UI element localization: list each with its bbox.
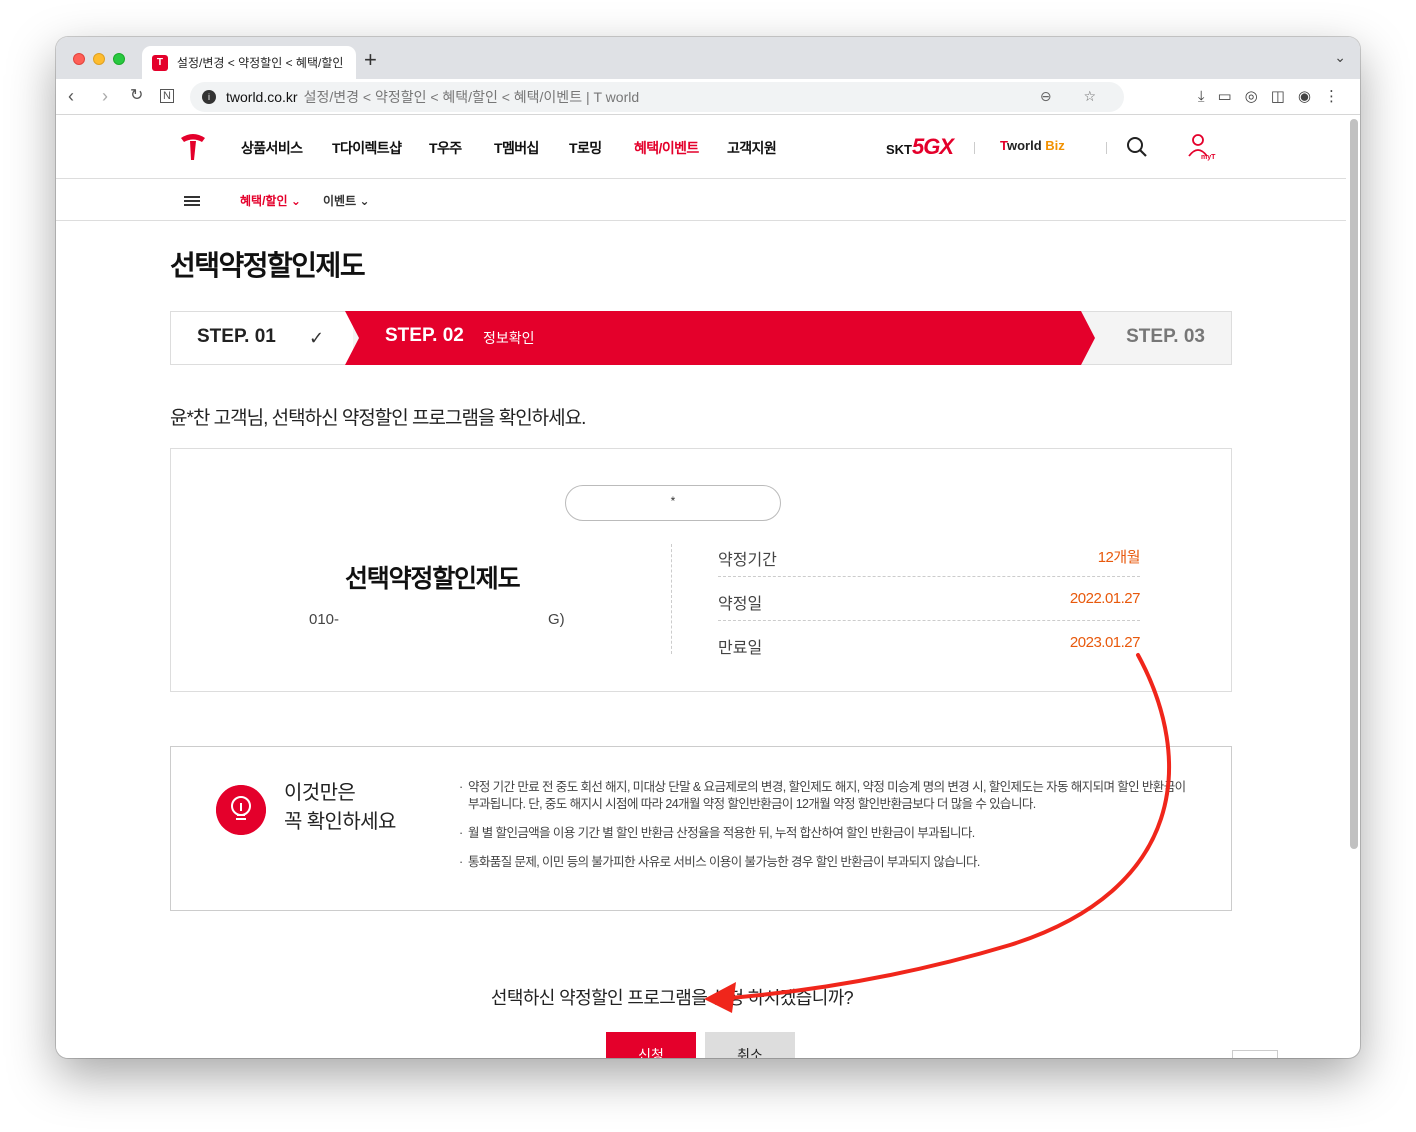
notice-list: 약정 기간 만료 전 중도 회선 해지, 미대상 단말 & 요금제로의 변경, … [459, 779, 1199, 883]
contract-date-row: 약정일 2022.01.27 [718, 577, 1141, 621]
greeting-text: 윤*찬 고객님, 선택하신 약정할인 프로그램을 확인하세요. [170, 408, 586, 429]
browser-window: T 설정/변경 < 약정할인 < 혜택/할인 < + ⌄ ‹ › ↻ N i t… [56, 37, 1360, 1058]
tab-strip: T 설정/변경 < 약정할인 < 혜택/할인 < + ⌄ [56, 37, 1360, 79]
expiry-date-row: 만료일 2023.01.27 [718, 621, 1141, 665]
skt-text: SKT [886, 142, 912, 157]
page-content: 상품서비스 T다이렉트샵 T우주 T멤버십 T로밍 혜택/이벤트 고객지원 SK… [56, 116, 1346, 1058]
step-1: STEP. 01 ✓ [171, 312, 353, 364]
step-2-sublabel: 정보확인 [483, 330, 535, 346]
row-value: 2023.01.27 [1069, 634, 1141, 651]
step-3-label: STEP. 03 [1126, 326, 1205, 347]
zoom-icon[interactable]: ⊖ ☆ [1040, 88, 1110, 105]
address-bar[interactable]: i tworld.co.kr 설정/변경 < 약정할인 < 혜택/할인 < 혜택… [190, 82, 1124, 112]
gnb-item-universe[interactable]: T우주 [429, 138, 462, 158]
lnb-item-benefits-discount[interactable]: 혜택/할인 ⌄ [240, 192, 301, 209]
notice-title-line2: 꼭 확인하세요 [284, 811, 396, 833]
gnb-divider [1106, 142, 1107, 154]
step-2-active: STEP. 02 정보확인 [345, 311, 1095, 365]
notice-title: 이것만은 꼭 확인하세요 [284, 779, 396, 837]
tworld-logo-icon[interactable] [178, 132, 208, 162]
page-scrollbar[interactable] [1350, 119, 1358, 849]
local-nav: 혜택/할인 ⌄ 이벤트 ⌄ [56, 179, 1346, 221]
scroll-top-button[interactable] [1232, 1050, 1278, 1058]
row-label: 만료일 [718, 640, 763, 657]
site-info-icon[interactable]: i [202, 90, 216, 104]
browser-tab[interactable]: T 설정/변경 < 약정할인 < 혜택/할인 < [142, 46, 356, 79]
lnb-item-events[interactable]: 이벤트 ⌄ [323, 192, 370, 209]
cancel-button[interactable]: 취소 [705, 1032, 795, 1058]
tworld-biz-logo[interactable]: Tworld Biz [1000, 138, 1065, 153]
lnb-label: 이벤트 [323, 194, 357, 208]
reload-icon[interactable]: ↻ [130, 85, 143, 107]
confirm-question: 선택하신 약정할인 프로그램을 신청 하시겠습니까? [490, 988, 854, 1008]
notice-item: 약정 기간 만료 전 중도 회선 해지, 미대상 단말 & 요금제로의 변경, … [459, 779, 1199, 813]
browser-toolbar: ‹ › ↻ N i tworld.co.kr 설정/변경 < 약정할인 < 혜택… [56, 79, 1360, 115]
contract-period-row: 약정기간 12개월 [718, 533, 1141, 577]
page-title: 선택약정할인제도 [170, 250, 366, 281]
gnb-item-benefits[interactable]: 혜택/이벤트 [634, 138, 699, 158]
myt-user-icon[interactable]: myT [1186, 132, 1220, 162]
tworld-favicon-icon: T [152, 54, 168, 71]
phone-number-suffix: G) [548, 611, 565, 628]
tab-search-chevron-icon[interactable]: ⌄ [1334, 49, 1346, 66]
tworld-text: world [1006, 138, 1042, 153]
biz-text: Biz [1045, 138, 1065, 153]
info-divider [671, 544, 672, 654]
gnb-item-direct-shop[interactable]: T다이렉트샵 [332, 138, 402, 158]
step-1-label: STEP. 01 [197, 326, 276, 347]
5gx-text: 5GX [912, 134, 954, 159]
row-label: 약정일 [718, 596, 763, 613]
toolbar-icons[interactable]: ⤓▭◎◫◉⋮ [1198, 87, 1352, 105]
program-name: 선택약정할인제도 [345, 565, 521, 593]
contract-info-box: * 선택약정할인제도 010- G) 약정기간 12개월 약정일 2022.01… [170, 448, 1232, 692]
gnb-item-support[interactable]: 고객지원 [727, 138, 777, 158]
checkmark-icon: ✓ [309, 328, 325, 348]
row-value: 12개월 [1097, 549, 1141, 566]
global-nav: 상품서비스 T다이렉트샵 T우주 T멤버십 T로밍 혜택/이벤트 고객지원 SK… [56, 116, 1346, 179]
step-indicator: STEP. 01 ✓ STEP. 02 정보확인 STEP. 03 [170, 311, 1232, 365]
apply-button[interactable]: 신청 [606, 1032, 696, 1058]
chevron-down-icon: ⌄ [290, 194, 301, 208]
forward-icon[interactable]: › [102, 85, 108, 107]
hamburger-menu-icon[interactable] [184, 196, 200, 206]
chevron-down-icon: ⌄ [359, 194, 370, 208]
extension-n-icon[interactable]: N [160, 89, 174, 103]
lnb-label: 혜택/할인 [240, 194, 288, 208]
plan-pill: * [565, 485, 781, 521]
new-tab-icon[interactable]: + [364, 49, 377, 71]
phone-number-prefix: 010- [309, 611, 340, 628]
minimize-window-button[interactable] [93, 53, 105, 65]
notice-box: 이것만은 꼭 확인하세요 약정 기간 만료 전 중도 회선 해지, 미대상 단말… [170, 746, 1232, 911]
gnb-divider [974, 142, 975, 154]
t-mark-icon: T [1000, 138, 1007, 153]
url-domain: tworld.co.kr [226, 89, 298, 105]
zoom-window-button[interactable] [113, 53, 125, 65]
back-icon[interactable]: ‹ [68, 85, 74, 107]
gnb-item-products[interactable]: 상품서비스 [241, 138, 303, 158]
myt-label: myT [1201, 154, 1216, 161]
notice-item: 월 별 할인금액을 이용 기간 별 할인 반환금 산정율을 적용한 뒤, 누적 … [459, 825, 1199, 842]
step-2-label: STEP. 02 [385, 325, 464, 346]
close-window-button[interactable] [73, 53, 85, 65]
url-title: 설정/변경 < 약정할인 < 혜택/할인 < 혜택/이벤트 | T world [303, 89, 640, 105]
notice-title-line1: 이것만은 [284, 782, 356, 804]
row-value: 2022.01.27 [1069, 590, 1141, 607]
row-label: 약정기간 [718, 552, 777, 569]
search-icon[interactable] [1126, 136, 1148, 158]
gnb-item-membership[interactable]: T멤버십 [494, 138, 539, 158]
lightbulb-icon [216, 785, 266, 835]
tab-title: 설정/변경 < 약정할인 < 혜택/할인 < [176, 56, 346, 70]
notice-item: 통화품질 문제, 이민 등의 불가피한 사유로 서비스 이용이 불가능한 경우 … [459, 854, 1199, 871]
gnb-item-roaming[interactable]: T로밍 [569, 138, 602, 158]
skt-5gx-logo[interactable]: SKT5GX [886, 134, 954, 160]
